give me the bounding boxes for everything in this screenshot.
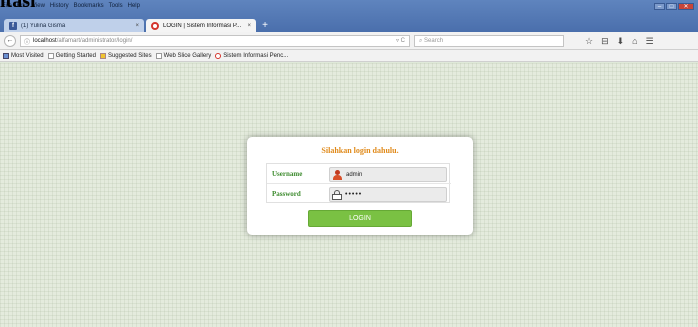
bookmark-label: Suggested Sites bbox=[107, 52, 152, 59]
bookmark-sistem-informasi[interactable]: Sistem Informasi Penc... bbox=[215, 52, 289, 59]
username-value: admin bbox=[346, 171, 363, 178]
window-controls: – □ ✕ bbox=[654, 3, 694, 10]
bookmarks-toolbar: Most Visited Getting Started Suggested S… bbox=[0, 50, 698, 62]
bookmark-star-icon[interactable]: ☆ bbox=[585, 35, 593, 47]
password-field[interactable]: ••••• bbox=[329, 187, 447, 202]
url-path: /alfamart/administrator/login/ bbox=[56, 38, 133, 44]
username-label: Username bbox=[272, 170, 303, 178]
maximize-button[interactable]: □ bbox=[666, 3, 677, 10]
password-label: Password bbox=[272, 190, 301, 198]
user-icon bbox=[332, 169, 343, 180]
tab-close-icon[interactable]: × bbox=[135, 23, 139, 29]
home-icon[interactable]: ⌂ bbox=[632, 35, 637, 47]
page-icon bbox=[47, 52, 54, 59]
browser-window: File Edit View History Bookmarks Tools H… bbox=[0, 0, 698, 327]
reload-icon[interactable]: ▿ C bbox=[396, 37, 405, 44]
username-field[interactable]: admin bbox=[329, 167, 447, 182]
download-icon[interactable]: ⬇ bbox=[617, 35, 625, 47]
password-row: Password ••••• bbox=[267, 184, 451, 204]
password-value: ••••• bbox=[345, 191, 363, 198]
login-card: Silahkan login dahulu. Username admin Pa… bbox=[247, 137, 473, 235]
bookmark-label: Most Visited bbox=[11, 52, 44, 59]
bookmark-getting-started[interactable]: Getting Started bbox=[47, 52, 96, 59]
menu-history[interactable]: History bbox=[50, 1, 69, 11]
minimize-button[interactable]: – bbox=[654, 3, 665, 10]
tab-login[interactable]: LOGIN | Sistem Informasi P... × bbox=[146, 19, 256, 32]
site-logo-icon bbox=[151, 21, 159, 30]
login-title: Silahkan login dahulu. bbox=[321, 146, 399, 155]
search-input[interactable]: ⌕ Search bbox=[414, 35, 564, 47]
tab-strip: f (1) Yulina Gisma × LOGIN | Sistem Info… bbox=[4, 19, 272, 32]
facebook-icon: f bbox=[9, 21, 17, 30]
title-bar: File Edit View History Bookmarks Tools H… bbox=[0, 0, 698, 32]
username-row: Username admin bbox=[267, 164, 451, 184]
menu-tools[interactable]: Tools bbox=[109, 1, 123, 11]
folder-icon bbox=[3, 52, 9, 59]
tab-facebook[interactable]: f (1) Yulina Gisma × bbox=[4, 19, 144, 32]
caption-text: itasi bbox=[0, 0, 36, 12]
address-bar[interactable]: ⓘ localhost /alfamart/administrator/logi… bbox=[20, 35, 410, 47]
bookmark-label: Getting Started bbox=[55, 52, 96, 59]
tab-label: LOGIN | Sistem Informasi P... bbox=[163, 22, 242, 29]
tab-label: (1) Yulina Gisma bbox=[21, 22, 66, 29]
info-icon[interactable]: ⓘ bbox=[24, 37, 30, 46]
menu-icon[interactable]: ☰ bbox=[646, 35, 654, 47]
page-icon bbox=[155, 52, 162, 59]
bookmark-label: Web Slice Gallery bbox=[163, 52, 212, 59]
toolbar-icons: ☆ ⊟ ⬇ ⌂ ☰ bbox=[585, 35, 654, 47]
page-content: Silahkan login dahulu. Username admin Pa… bbox=[0, 63, 698, 327]
bookmark-web-slice-gallery[interactable]: Web Slice Gallery bbox=[155, 52, 212, 59]
lock-icon bbox=[332, 189, 342, 200]
tab-close-icon[interactable]: × bbox=[247, 23, 251, 29]
menu-bookmarks[interactable]: Bookmarks bbox=[74, 1, 104, 11]
reading-list-icon[interactable]: ⊟ bbox=[601, 35, 609, 47]
bookmark-most-visited[interactable]: Most Visited bbox=[3, 52, 44, 59]
new-tab-button[interactable]: + bbox=[258, 19, 272, 32]
url-host: localhost bbox=[33, 38, 57, 44]
menu-help[interactable]: Help bbox=[128, 1, 140, 11]
close-window-button[interactable]: ✕ bbox=[678, 3, 694, 10]
search-placeholder: Search bbox=[424, 38, 444, 44]
back-button[interactable]: ← bbox=[4, 35, 16, 47]
login-button[interactable]: LOGIN bbox=[308, 210, 412, 227]
suggested-icon bbox=[99, 52, 106, 59]
bookmark-label: Sistem Informasi Penc... bbox=[223, 52, 289, 59]
bookmark-suggested-sites[interactable]: Suggested Sites bbox=[99, 52, 152, 59]
navigation-bar: ← ⓘ localhost /alfamart/administrator/lo… bbox=[0, 32, 698, 50]
site-logo-icon bbox=[215, 52, 222, 59]
login-form: Username admin Password ••••• bbox=[266, 163, 451, 204]
